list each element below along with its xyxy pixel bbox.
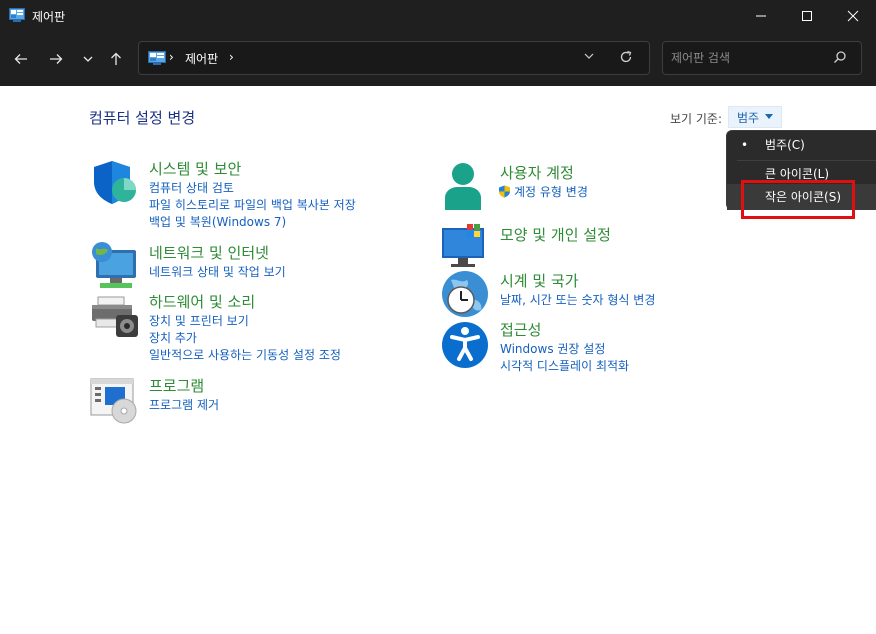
- uac-shield-icon: [499, 185, 510, 198]
- breadcrumb-separator[interactable]: ›: [229, 50, 234, 64]
- category-title-programs[interactable]: 프로그램: [149, 375, 204, 396]
- menu-item-category[interactable]: • 범주(C): [727, 132, 876, 158]
- link-recommended-settings[interactable]: Windows 권장 설정: [500, 341, 629, 358]
- menu-item-label: 큰 아이콘(L): [765, 167, 830, 181]
- link-change-account-type-label: 계정 유형 변경: [514, 185, 588, 199]
- category-network: 네트워크 및 인터넷 네트워크 상태 및 작업 보기: [90, 242, 410, 292]
- link-backup-restore[interactable]: 백업 및 복원(Windows 7): [149, 214, 356, 231]
- link-add-device[interactable]: 장치 추가: [149, 330, 341, 347]
- network-globe-icon: [92, 242, 136, 288]
- page-title: 컴퓨터 설정 변경: [89, 109, 196, 127]
- category-user-accounts: 사용자 계정 계정 유형 변경: [441, 162, 761, 212]
- chevron-down-icon: [584, 53, 594, 59]
- category-appearance: 모양 및 개인 설정: [441, 224, 761, 268]
- control-panel-icon: [9, 8, 25, 22]
- category-clock-region: 시계 및 국가 날짜, 시간 또는 숫자 형식 변경: [441, 270, 761, 320]
- programs-icon: [90, 378, 137, 424]
- link-date-time-format[interactable]: 날짜, 시간 또는 숫자 형식 변경: [500, 292, 655, 309]
- link-review-status[interactable]: 컴퓨터 상태 검토: [149, 180, 356, 197]
- search-icon: [834, 51, 846, 63]
- menu-item-label: 범주(C): [765, 138, 805, 152]
- control-panel-icon: [148, 51, 166, 65]
- link-devices-printers[interactable]: 장치 및 프린터 보기: [149, 313, 341, 330]
- minimize-button[interactable]: [738, 0, 784, 32]
- search-button[interactable]: [833, 50, 847, 67]
- category-title-system-security[interactable]: 시스템 및 보안: [149, 158, 241, 179]
- back-button[interactable]: [8, 46, 34, 72]
- category-hardware-sound: 하드웨어 및 소리 장치 및 프린터 보기 장치 추가 일반적으로 사용하는 기…: [90, 291, 410, 364]
- title-bar: 제어판: [0, 0, 876, 32]
- category-programs: 프로그램 프로그램 제거: [90, 375, 410, 425]
- navigation-bar: › 제어판 ›: [0, 32, 876, 86]
- link-file-history[interactable]: 파일 히스토리로 파일의 백업 복사본 저장: [149, 197, 356, 214]
- refresh-button[interactable]: [619, 50, 633, 67]
- shield-icon: [94, 161, 136, 204]
- category-system-security: 시스템 및 보안 컴퓨터 상태 검토 파일 히스토리로 파일의 백업 복사본 저…: [90, 158, 410, 231]
- arrow-up-icon: [111, 52, 121, 65]
- view-by-label: 보기 기준:: [670, 112, 723, 126]
- refresh-icon: [620, 50, 632, 63]
- category-title-clock-region[interactable]: 시계 및 국가: [500, 270, 579, 291]
- recent-locations-button[interactable]: [75, 46, 101, 72]
- address-bar[interactable]: › 제어판 ›: [138, 41, 650, 75]
- minimize-icon: [756, 15, 766, 17]
- link-change-account-type[interactable]: 계정 유형 변경: [498, 184, 588, 201]
- breadcrumb-control-panel[interactable]: 제어판: [185, 50, 218, 67]
- up-button[interactable]: [103, 46, 129, 72]
- category-title-network[interactable]: 네트워크 및 인터넷: [149, 242, 269, 263]
- link-uninstall-program[interactable]: 프로그램 제거: [149, 397, 219, 414]
- category-title-user-accounts[interactable]: 사용자 계정: [500, 162, 574, 183]
- breadcrumb-separator[interactable]: ›: [169, 50, 174, 64]
- search-box[interactable]: [662, 41, 862, 75]
- view-by-dropdown[interactable]: 범주: [728, 106, 783, 128]
- forward-button[interactable]: [43, 46, 69, 72]
- user-icon: [445, 163, 481, 210]
- category-title-ease-of-access[interactable]: 접근성: [500, 319, 541, 340]
- view-by-value: 범주: [737, 110, 760, 125]
- maximize-button[interactable]: [784, 0, 830, 32]
- category-title-hardware-sound[interactable]: 하드웨어 및 소리: [149, 291, 255, 312]
- caret-down-icon: [765, 114, 774, 119]
- link-network-status[interactable]: 네트워크 상태 및 작업 보기: [149, 264, 286, 281]
- personalization-monitor-icon: [442, 224, 484, 267]
- arrow-left-icon: [14, 54, 27, 64]
- highlight-box: [741, 180, 855, 219]
- link-optimize-display[interactable]: 시각적 디스플레이 최적화: [500, 358, 629, 375]
- close-button[interactable]: [830, 0, 876, 32]
- close-icon: [847, 10, 859, 22]
- accessibility-icon: [442, 322, 488, 368]
- address-dropdown-button[interactable]: [583, 50, 595, 65]
- printer-icon: [92, 296, 138, 337]
- window-title: 제어판: [32, 10, 66, 24]
- category-ease-of-access: 접근성 Windows 권장 설정 시각적 디스플레이 최적화: [441, 319, 761, 374]
- chevron-down-icon: [83, 56, 93, 62]
- category-title-appearance[interactable]: 모양 및 개인 설정: [500, 224, 611, 245]
- maximize-icon: [802, 11, 812, 21]
- link-mobility-settings[interactable]: 일반적으로 사용하는 기동성 설정 조정: [149, 347, 341, 364]
- arrow-right-icon: [50, 54, 63, 64]
- search-input[interactable]: [671, 48, 831, 68]
- clock-globe-icon: [442, 271, 488, 317]
- selected-bullet: •: [741, 138, 749, 152]
